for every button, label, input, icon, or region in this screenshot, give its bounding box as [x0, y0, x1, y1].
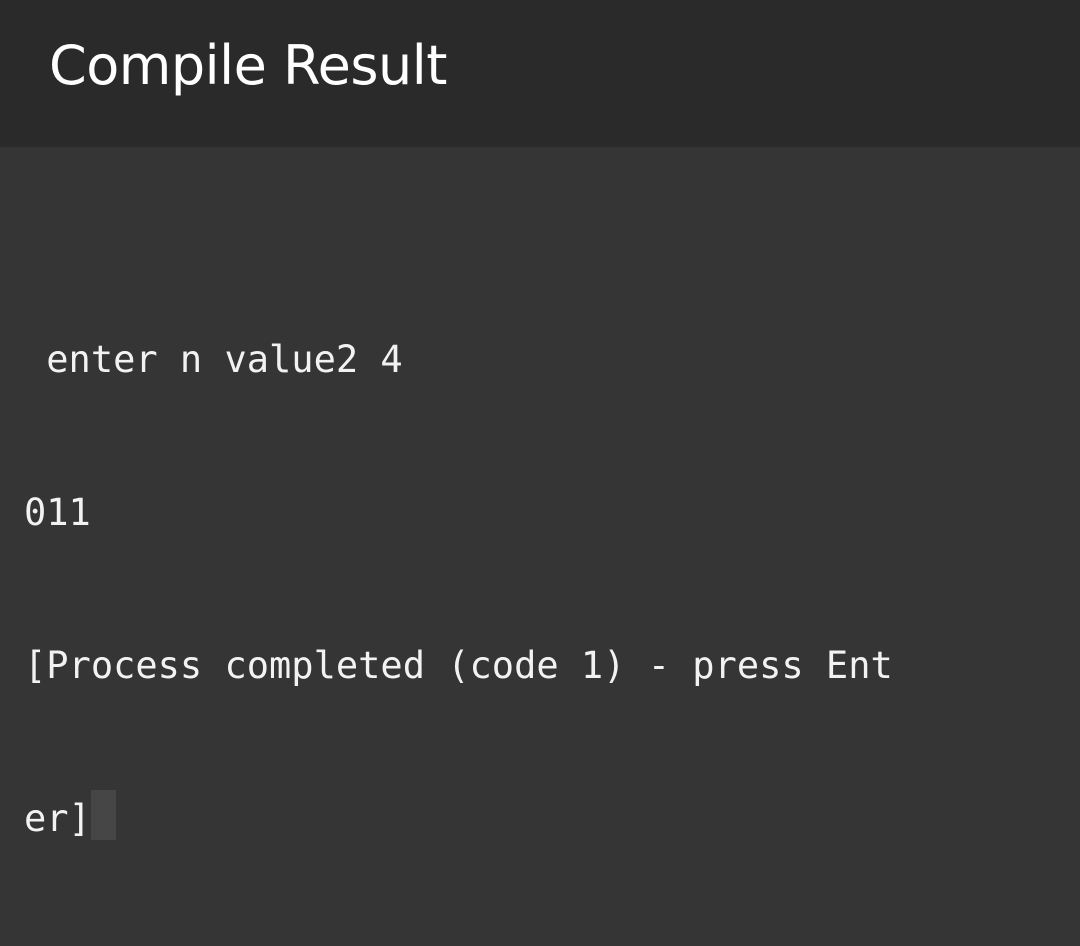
terminal-view[interactable]: enter n value2 4 011 [Process completed …: [0, 147, 1080, 840]
app-bar: Compile Result: [0, 0, 1080, 147]
terminal-line: [Process completed (code 1) - press Ent: [24, 644, 893, 687]
terminal-line: 011: [24, 491, 91, 534]
terminal-output: enter n value2 4 011 [Process completed …: [24, 232, 1054, 946]
terminal-line-text: er]: [24, 797, 91, 840]
terminal-line: enter n value2 4: [24, 338, 403, 381]
page-title: Compile Result: [49, 34, 447, 97]
terminal-cursor: [90, 790, 116, 840]
terminal-last-line: er]: [24, 790, 1054, 844]
